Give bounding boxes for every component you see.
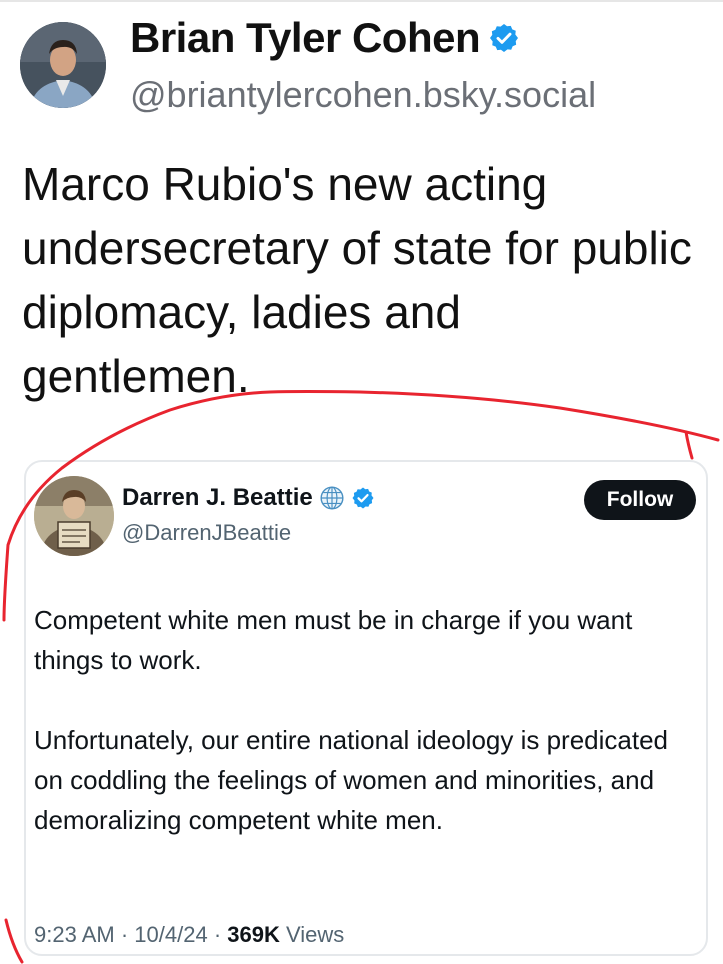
author-handle[interactable]: @briantylercohen.bsky.social — [130, 74, 596, 116]
quoted-author-name-text: Darren J. Beattie — [122, 484, 313, 511]
quoted-paragraph: Unfortunately, our entire national ideol… — [34, 725, 669, 835]
meta-separator: · — [120, 922, 129, 947]
author-name-text: Brian Tyler Cohen — [130, 14, 481, 61]
quoted-author-name[interactable]: Darren J. Beattie — [122, 484, 375, 512]
verified-badge-icon — [352, 487, 374, 509]
top-divider — [0, 0, 723, 2]
follow-button[interactable]: Follow — [584, 480, 696, 520]
quoted-author-handle[interactable]: @DarrenJBeattie — [122, 520, 291, 546]
quoted-paragraph: Competent white men must be in charge if… — [34, 605, 633, 675]
views-count: 369K — [227, 922, 280, 947]
author-avatar[interactable] — [20, 22, 106, 108]
quoted-post-card[interactable]: Darren J. Beattie @DarrenJBeattie Follow… — [24, 460, 708, 956]
author-name[interactable]: Brian Tyler Cohen — [130, 14, 520, 62]
post-date[interactable]: 10/4/24 — [134, 922, 207, 947]
quoted-post-meta: 9:23 AM · 10/4/24 · 369K Views — [34, 922, 344, 948]
quoted-post-text: Competent white men must be in charge if… — [34, 600, 699, 840]
globe-icon — [320, 486, 344, 510]
post-time[interactable]: 9:23 AM — [34, 922, 115, 947]
avatar-image — [34, 476, 114, 556]
post-text: Marco Rubio's new acting undersecretary … — [22, 158, 692, 402]
verified-badge-icon — [490, 24, 519, 52]
meta-separator: · — [213, 922, 222, 947]
quoted-author-avatar[interactable] — [34, 476, 114, 556]
avatar-image — [20, 22, 106, 108]
views-label: Views — [286, 922, 345, 947]
